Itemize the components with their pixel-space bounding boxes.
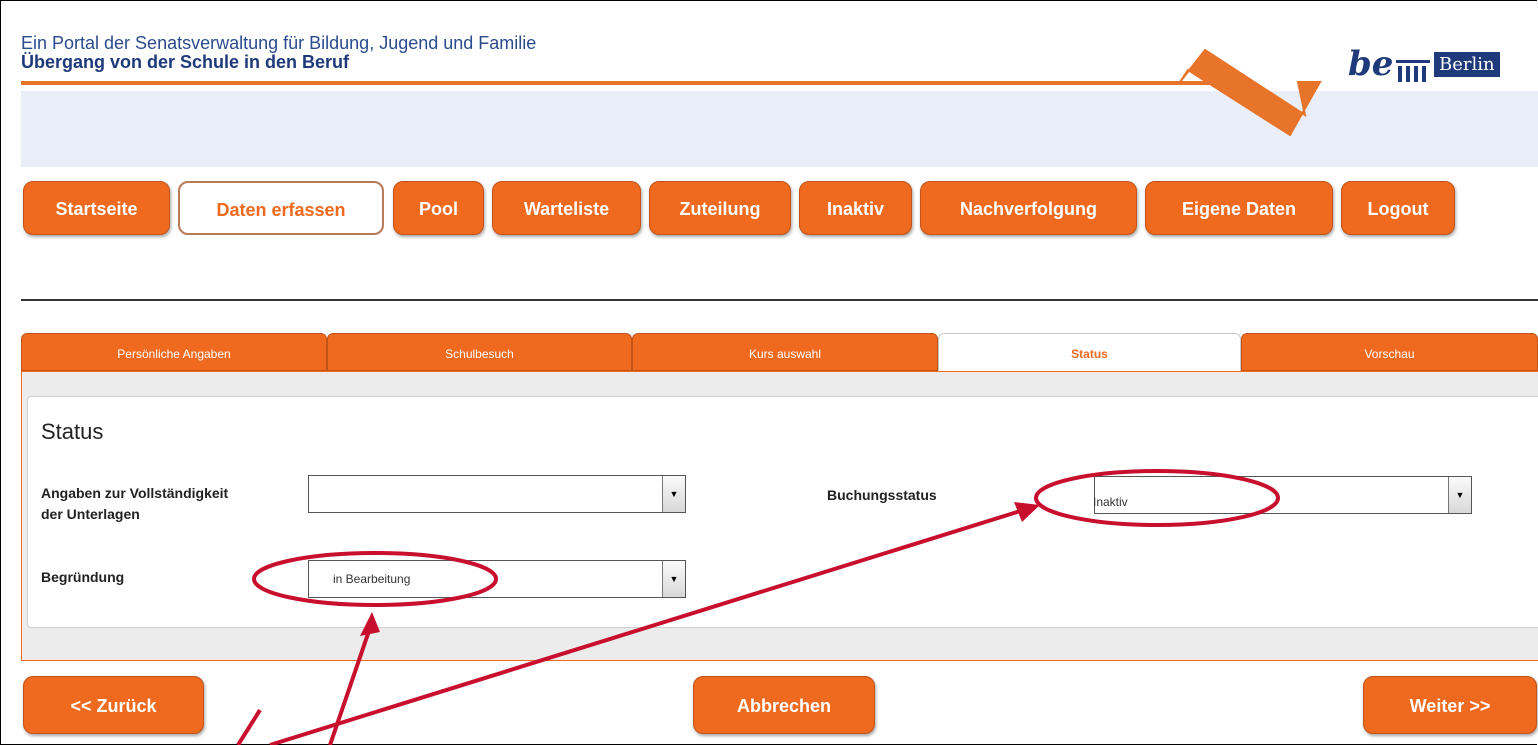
annotation-arrowhead-reason	[360, 612, 380, 636]
annotation-circle-reason	[252, 551, 498, 607]
annotation-arrow-reason	[328, 621, 374, 745]
annotation-circle-booking	[1034, 469, 1280, 527]
annotation-overlay	[236, 469, 1280, 745]
annotation-arrow-tail	[236, 708, 262, 745]
annotation-arrow-booking	[269, 506, 1031, 745]
